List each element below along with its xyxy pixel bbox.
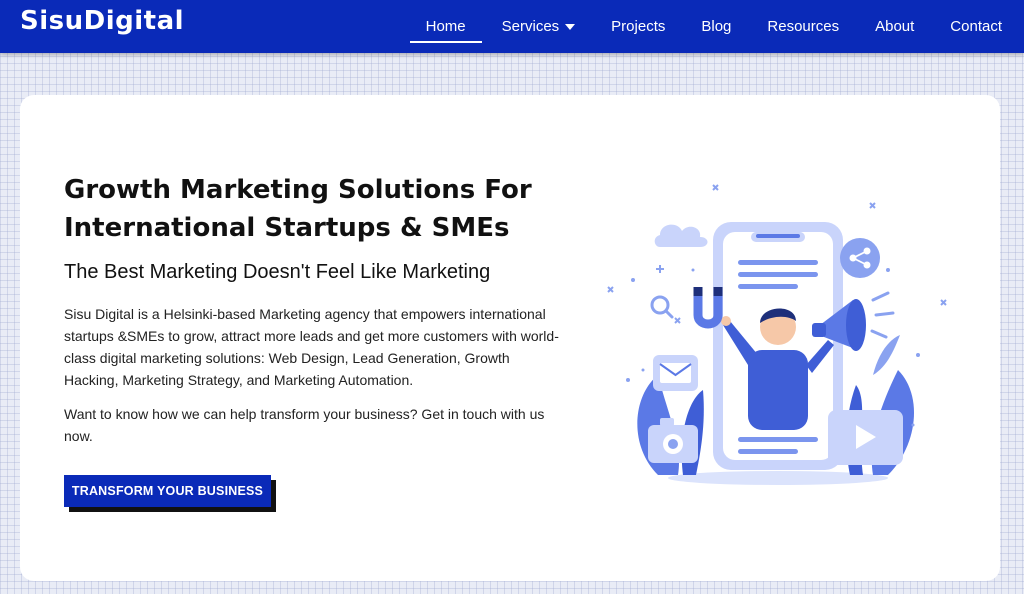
email-icon [653, 355, 698, 391]
nav-about-label: About [875, 18, 915, 35]
nav-home-label: Home [425, 18, 466, 35]
nav-projects-label: Projects [611, 18, 666, 35]
nav-blog[interactable]: Blog [701, 0, 731, 53]
play-icon [828, 410, 903, 465]
hero-card: Growth Marketing Solutions For Internati… [20, 95, 1000, 581]
nav-about[interactable]: About [875, 0, 914, 53]
nav-contact-label: Contact [950, 18, 1002, 35]
magnet-icon [693, 287, 723, 329]
nav-services[interactable]: Services [502, 0, 576, 53]
nav-projects[interactable]: Projects [611, 0, 665, 53]
marketing-illustration [607, 184, 947, 485]
nav-services-label: Services [501, 18, 560, 35]
chevron-down-icon [565, 23, 576, 30]
nav-blog-label: Blog [701, 18, 732, 35]
main-nav: Home Services Projects Blog Resources Ab… [390, 0, 1002, 53]
hero-description: Sisu Digital is a Helsinki-based Marketi… [64, 306, 559, 388]
search-icon [650, 295, 674, 319]
headline-line-1: Growth Marketing Solutions For [64, 175, 532, 205]
hero-subheadline: The Best Marketing Doesn't Feel Like Mar… [64, 261, 491, 283]
headline-line-2: International Startups & SMEs [64, 213, 510, 243]
transform-business-button[interactable]: TRANSFORM YOUR BUSINESS [64, 475, 271, 507]
nav-resources[interactable]: Resources [767, 0, 839, 53]
hero-contact-prompt: Want to know how we can help transform y… [64, 406, 545, 444]
nav-resources-label: Resources [767, 18, 840, 35]
nav-contact[interactable]: Contact [950, 0, 1002, 53]
cloud-icon [654, 224, 708, 247]
nav-home[interactable]: Home [409, 0, 482, 53]
share-icon [840, 238, 880, 278]
cta-wrapper: TRANSFORM YOUR BUSINESS [64, 475, 276, 512]
site-logo[interactable]: SisuDigital [20, 6, 184, 36]
top-navbar: SisuDigital Home Services Projects Blog … [0, 0, 1024, 53]
hero-headline: Growth Marketing Solutions For Internati… [64, 171, 584, 247]
